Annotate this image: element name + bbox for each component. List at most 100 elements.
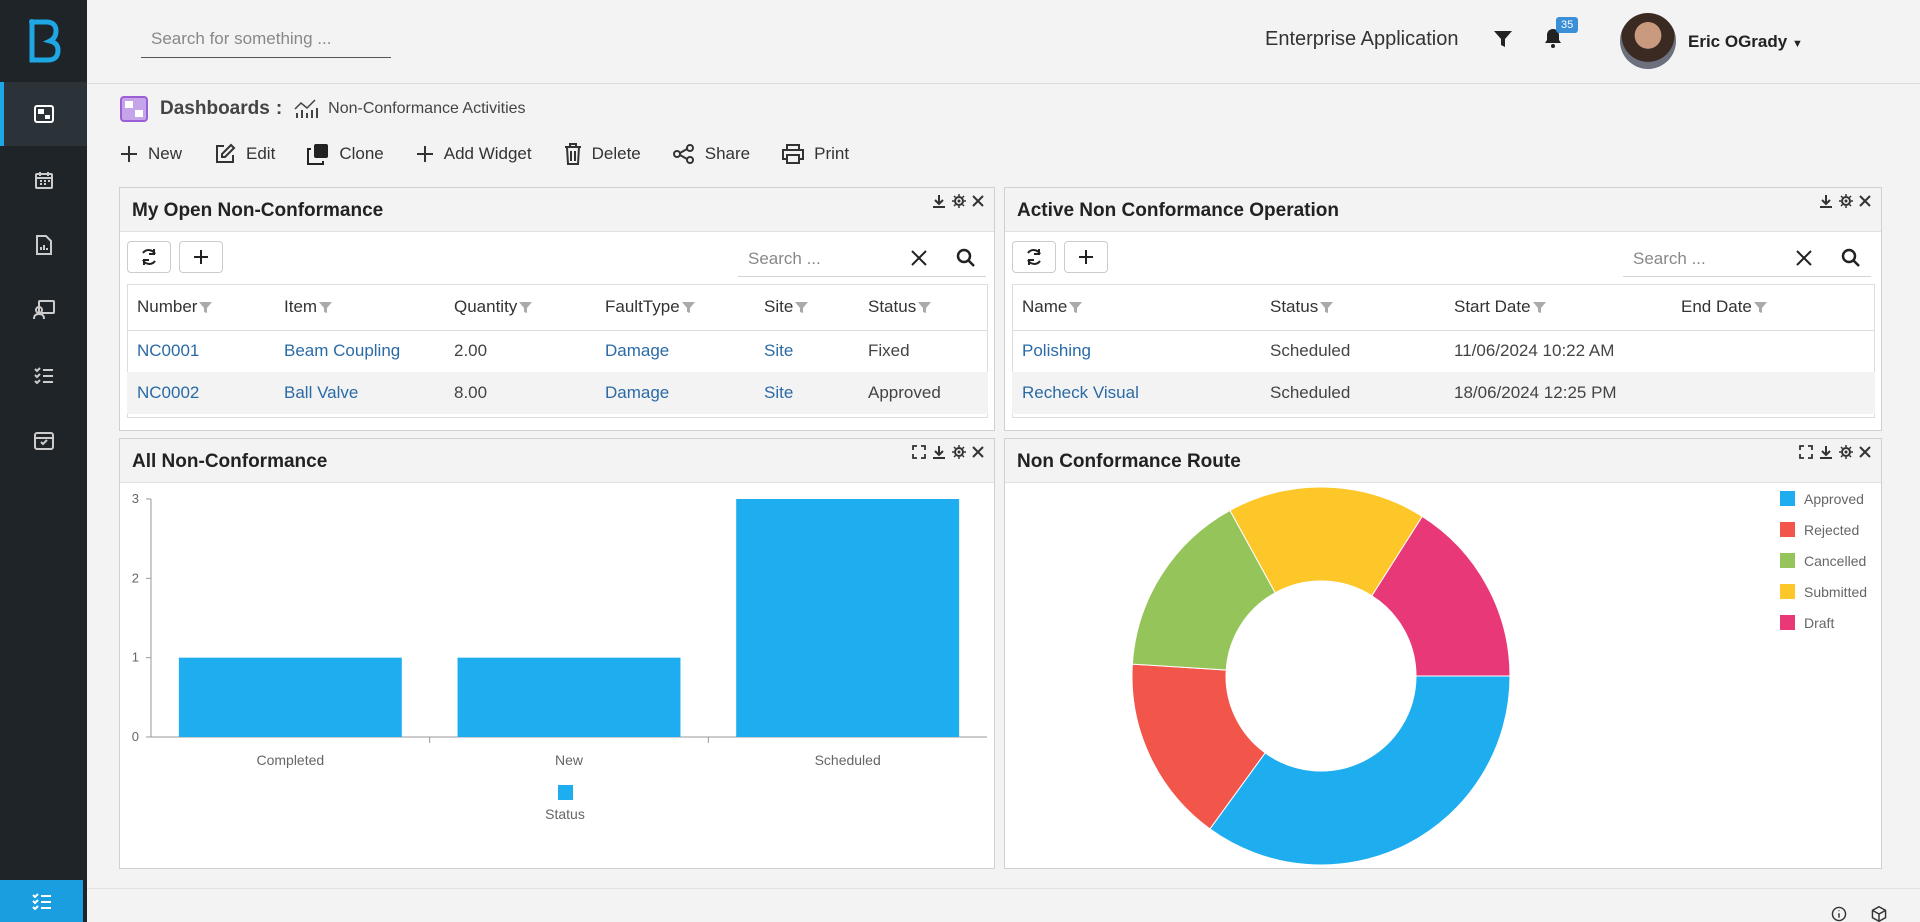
clear-icon[interactable] bbox=[1795, 249, 1813, 267]
item-link[interactable]: Ball Valve bbox=[274, 372, 444, 414]
column-filter-icon[interactable] bbox=[1320, 301, 1334, 314]
status-cell: Fixed bbox=[868, 341, 910, 361]
fault-type-link[interactable]: Damage bbox=[595, 330, 754, 372]
checklist-icon bbox=[33, 367, 53, 384]
expand-icon[interactable] bbox=[912, 445, 926, 459]
table-row[interactable]: NC0001 Beam Coupling 2.00 Damage Site Fi… bbox=[127, 330, 988, 372]
user-menu[interactable]: Eric OGrady ▼ bbox=[1688, 32, 1803, 52]
site-link[interactable]: Site bbox=[754, 372, 858, 414]
column-header[interactable]: End Date bbox=[1671, 284, 1875, 331]
clone-button[interactable]: Clone bbox=[307, 143, 384, 165]
site-link[interactable]: Site bbox=[754, 330, 858, 372]
refresh-button[interactable] bbox=[127, 241, 171, 273]
plus-icon bbox=[1079, 250, 1093, 264]
operation-name-link[interactable]: Polishing bbox=[1012, 330, 1260, 372]
panel-actions bbox=[912, 445, 984, 459]
column-header[interactable]: Site bbox=[754, 284, 858, 331]
close-icon[interactable] bbox=[1859, 195, 1871, 207]
add-widget-button[interactable]: Add Widget bbox=[416, 144, 532, 164]
column-header[interactable]: Number bbox=[127, 284, 274, 331]
global-search-input[interactable] bbox=[141, 20, 391, 57]
plus-icon bbox=[416, 146, 433, 162]
breadcrumb-separator: : bbox=[275, 98, 283, 119]
sidebar-bottom-menu[interactable] bbox=[0, 880, 83, 922]
bar bbox=[736, 499, 960, 737]
settings-icon[interactable] bbox=[952, 194, 966, 208]
sidebar-item-reports[interactable] bbox=[0, 213, 87, 277]
column-filter-icon[interactable] bbox=[199, 301, 213, 314]
grid-search bbox=[1623, 241, 1871, 277]
app-logo[interactable] bbox=[26, 16, 62, 66]
column-filter-icon[interactable] bbox=[519, 301, 533, 314]
all-nc-panel: All Non-Conformance 0 1 2 3 Completed New Sche… bbox=[119, 438, 995, 869]
nc-number-link[interactable]: NC0001 bbox=[127, 330, 274, 372]
legend-swatch bbox=[1780, 615, 1795, 630]
sidebar-item-inbox[interactable] bbox=[0, 408, 87, 472]
column-filter-icon[interactable] bbox=[918, 301, 932, 314]
edit-button[interactable]: Edit bbox=[214, 143, 275, 165]
settings-icon[interactable] bbox=[1839, 194, 1853, 208]
refresh-button[interactable] bbox=[1012, 241, 1056, 273]
grid-search bbox=[738, 241, 986, 277]
sidebar-item-users[interactable] bbox=[0, 278, 87, 342]
column-header[interactable]: Status bbox=[1260, 284, 1444, 331]
table-row[interactable]: Recheck Visual Scheduled 18/06/2024 12:2… bbox=[1012, 372, 1875, 414]
column-header[interactable]: Start Date bbox=[1444, 284, 1671, 331]
print-button[interactable]: Print bbox=[782, 144, 849, 164]
close-icon[interactable] bbox=[972, 195, 984, 207]
column-filter-icon[interactable] bbox=[1753, 301, 1767, 314]
info-icon[interactable] bbox=[1828, 906, 1850, 922]
download-icon[interactable] bbox=[1819, 194, 1833, 208]
close-icon[interactable] bbox=[1859, 446, 1871, 458]
x-tick-label: Completed bbox=[256, 752, 324, 768]
add-row-button[interactable] bbox=[1064, 241, 1108, 273]
column-filter-icon[interactable] bbox=[795, 301, 809, 314]
column-header[interactable]: FaultType bbox=[595, 284, 754, 331]
avatar[interactable] bbox=[1620, 13, 1676, 69]
settings-icon[interactable] bbox=[952, 445, 966, 459]
caret-down-icon: ▼ bbox=[1791, 38, 1803, 50]
expand-icon[interactable] bbox=[1799, 445, 1813, 459]
item-link[interactable]: Beam Coupling bbox=[274, 330, 444, 372]
column-header[interactable]: Status bbox=[858, 284, 988, 331]
app-name[interactable]: Enterprise Application bbox=[1265, 28, 1458, 51]
table-row[interactable]: Polishing Scheduled 11/06/2024 10:22 AM bbox=[1012, 330, 1875, 372]
edit-label: Edit bbox=[246, 144, 276, 163]
column-header[interactable]: Item bbox=[274, 284, 444, 331]
column-filter-icon[interactable] bbox=[1532, 301, 1546, 314]
delete-button[interactable]: Delete bbox=[564, 143, 641, 165]
table-header-row: Name Status Start Date End Date bbox=[1012, 284, 1875, 331]
column-filter-icon[interactable] bbox=[681, 301, 695, 314]
download-icon[interactable] bbox=[932, 194, 946, 208]
new-button[interactable]: New bbox=[120, 144, 182, 164]
column-filter-icon[interactable] bbox=[319, 301, 333, 314]
grid-search-input[interactable] bbox=[738, 241, 898, 276]
grid-search-input[interactable] bbox=[1623, 241, 1783, 276]
settings-icon[interactable] bbox=[1839, 445, 1853, 459]
download-icon[interactable] bbox=[932, 445, 946, 459]
search-icon[interactable] bbox=[1841, 248, 1861, 268]
column-header[interactable]: Name bbox=[1012, 284, 1260, 331]
download-icon[interactable] bbox=[1819, 445, 1833, 459]
filter-icon[interactable] bbox=[1494, 30, 1512, 48]
nc-number-link[interactable]: NC0002 bbox=[127, 372, 274, 414]
end-date-cell bbox=[1671, 330, 1875, 372]
clear-icon[interactable] bbox=[910, 249, 928, 267]
sidebar-item-dashboard[interactable] bbox=[0, 82, 87, 146]
fault-type-link[interactable]: Damage bbox=[595, 372, 754, 414]
printer-icon bbox=[782, 144, 805, 164]
sidebar-item-calendar[interactable] bbox=[0, 148, 87, 212]
close-icon[interactable] bbox=[972, 446, 984, 458]
table-row[interactable]: NC0002 Ball Valve 8.00 Damage Site Appro… bbox=[127, 372, 988, 414]
sidebar-item-tasks[interactable] bbox=[0, 343, 87, 407]
start-date-cell: 18/06/2024 12:25 PM bbox=[1444, 372, 1671, 414]
open-nc-table: Number Item Quantity FaultType Site Stat… bbox=[127, 284, 988, 414]
breadcrumb-root[interactable]: Dashboards bbox=[160, 98, 270, 120]
search-icon[interactable] bbox=[956, 248, 976, 268]
package-icon[interactable] bbox=[1868, 906, 1890, 922]
column-header[interactable]: Quantity bbox=[444, 284, 595, 331]
add-row-button[interactable] bbox=[179, 241, 223, 273]
share-button[interactable]: Share bbox=[672, 144, 750, 164]
operation-name-link[interactable]: Recheck Visual bbox=[1012, 372, 1260, 414]
column-filter-icon[interactable] bbox=[1069, 301, 1083, 314]
